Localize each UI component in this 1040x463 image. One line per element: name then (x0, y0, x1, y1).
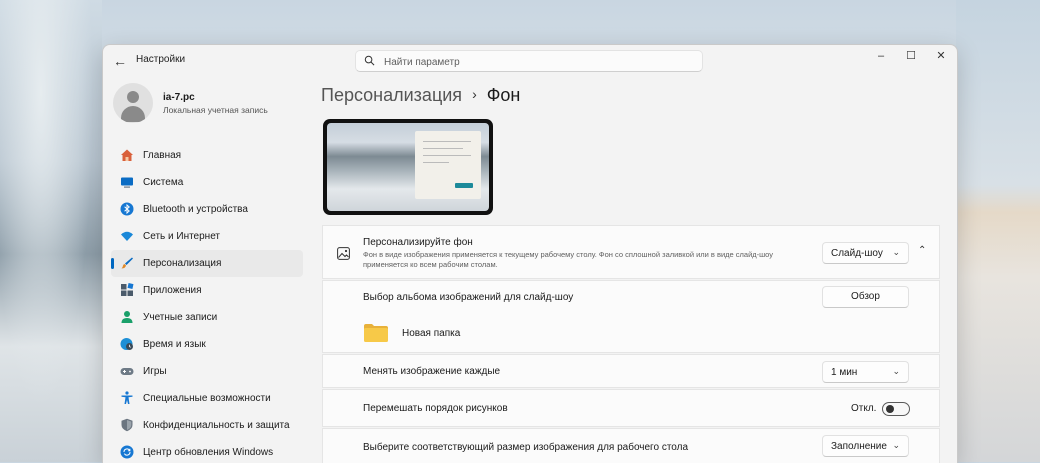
album-label: Выбор альбома изображений для слайд-шоу (363, 292, 574, 303)
sidebar-item-label: Приложения (143, 285, 202, 296)
chevron-down-icon: ⌄ (892, 247, 900, 257)
personalize-background-card: Персонализируйте фон Фон в виде изображе… (322, 225, 940, 279)
sidebar-item-label: Центр обновления Windows (143, 447, 274, 458)
sidebar-item-home[interactable]: Главная (111, 142, 303, 169)
sidebar-item-label: Игры (143, 366, 167, 377)
desktop-wallpaper-right (956, 0, 1040, 462)
search-input[interactable] (382, 53, 686, 71)
sidebar-item-gaming[interactable]: Игры (111, 358, 303, 385)
fit-card: Выберите соответствующий размер изображе… (322, 428, 940, 463)
preview-wallpaper-image (327, 123, 489, 211)
browse-button[interactable]: Обзор (822, 286, 909, 308)
chevron-up-icon[interactable]: ⌃ (918, 245, 926, 256)
fit-value: Заполнение (831, 441, 887, 452)
sidebar-item-accessibility[interactable]: Специальные возможности (111, 385, 303, 412)
shuffle-card: Перемешать порядок рисунков Откл. (322, 389, 940, 427)
chevron-right-icon: › (472, 86, 477, 102)
sidebar-item-time-language[interactable]: Время и язык (111, 331, 303, 358)
fit-label: Выберите соответствующий размер изображе… (363, 442, 689, 453)
sidebar-nav: Главная Система Bluetooth и устройства С… (111, 142, 303, 463)
globe-clock-icon (120, 338, 133, 350)
fit-dropdown[interactable]: Заполнение ⌄ (822, 435, 909, 457)
desktop-wallpaper-left (0, 0, 102, 462)
sidebar-item-privacy[interactable]: Конфиденциальность и защита (111, 412, 303, 439)
preview-window-mock (415, 131, 481, 199)
accessibility-icon (121, 391, 133, 404)
search-icon (364, 55, 375, 66)
folder-icon (364, 324, 388, 342)
maximize-button[interactable]: ☐ (897, 47, 925, 65)
breadcrumb-parent[interactable]: Персонализация (321, 85, 462, 105)
app-title: Настройки (136, 54, 186, 65)
sidebar-item-label: Учетные записи (143, 312, 218, 323)
sidebar-item-bluetooth[interactable]: Bluetooth и устройства (111, 196, 303, 223)
profile-account-type: Локальная учетная запись (163, 105, 268, 115)
title-bar: ← Настройки – ☐ ✕ (103, 45, 957, 77)
background-description: Фон в виде изображения применяется к тек… (363, 250, 774, 269)
breadcrumb: Персонализация › Фон (321, 85, 520, 109)
sidebar-item-label: Специальные возможности (143, 393, 271, 404)
wifi-icon (121, 231, 133, 241)
profile-name: ia-7.pc (163, 92, 195, 103)
sidebar-item-label: Bluetooth и устройства (143, 204, 248, 215)
search-box[interactable] (355, 50, 703, 72)
settings-window: ← Настройки – ☐ ✕ ia-7.pc Локальная учет… (102, 44, 958, 463)
background-type-dropdown[interactable]: Слайд-шоу ⌄ (822, 242, 909, 264)
apps-icon (121, 283, 134, 296)
brush-icon (121, 257, 133, 269)
gamepad-icon (120, 368, 134, 375)
sidebar-item-network[interactable]: Сеть и Интернет (111, 223, 303, 250)
interval-value: 1 мин (831, 367, 858, 378)
page-title: Фон (486, 85, 521, 105)
album-card: Выбор альбома изображений для слайд-шоу … (322, 280, 940, 353)
sidebar-item-apps[interactable]: Приложения (111, 277, 303, 304)
background-title: Персонализируйте фон (363, 237, 473, 248)
sidebar-item-personalization[interactable]: Персонализация (111, 250, 303, 277)
shuffle-label: Перемешать порядок рисунков (363, 403, 508, 414)
minimize-button[interactable]: – (867, 47, 895, 65)
bluetooth-icon (120, 202, 134, 216)
close-button[interactable]: ✕ (927, 47, 955, 65)
sidebar-item-label: Персонализация (143, 258, 222, 269)
interval-label: Менять изображение каждые (363, 366, 501, 377)
sidebar-item-windows-update[interactable]: Центр обновления Windows (111, 439, 303, 463)
back-arrow-icon: ← (113, 53, 127, 69)
sidebar-item-label: Конфиденциальность и защита (143, 420, 290, 431)
folder-name[interactable]: Новая папка (402, 328, 460, 339)
toggle-knob (886, 405, 894, 413)
image-icon (337, 247, 350, 260)
update-icon (120, 445, 134, 459)
back-button[interactable]: ← (111, 51, 129, 71)
sidebar-item-label: Время и язык (143, 339, 206, 350)
sidebar-item-label: Сеть и Интернет (143, 231, 221, 242)
person-icon (121, 311, 133, 323)
interval-dropdown[interactable]: 1 мин ⌄ (822, 361, 909, 383)
home-icon (121, 149, 133, 161)
shuffle-state-label: Откл. (851, 403, 877, 414)
sidebar-item-label: Система (143, 177, 184, 188)
interval-card: Менять изображение каждые 1 мин ⌄ (322, 354, 940, 388)
profile-card[interactable]: ia-7.pc Локальная учетная запись (113, 83, 303, 123)
background-preview (323, 119, 493, 215)
background-type-value: Слайд-шоу (831, 248, 883, 259)
chevron-down-icon: ⌄ (892, 440, 900, 450)
avatar (113, 83, 153, 123)
shield-icon (121, 418, 133, 432)
sidebar-item-system[interactable]: Система (111, 169, 303, 196)
shuffle-toggle[interactable] (882, 402, 910, 416)
sidebar-item-accounts[interactable]: Учетные записи (111, 304, 303, 331)
monitor-icon (121, 177, 133, 188)
sidebar-item-label: Главная (143, 150, 182, 161)
chevron-down-icon: ⌄ (892, 366, 900, 376)
